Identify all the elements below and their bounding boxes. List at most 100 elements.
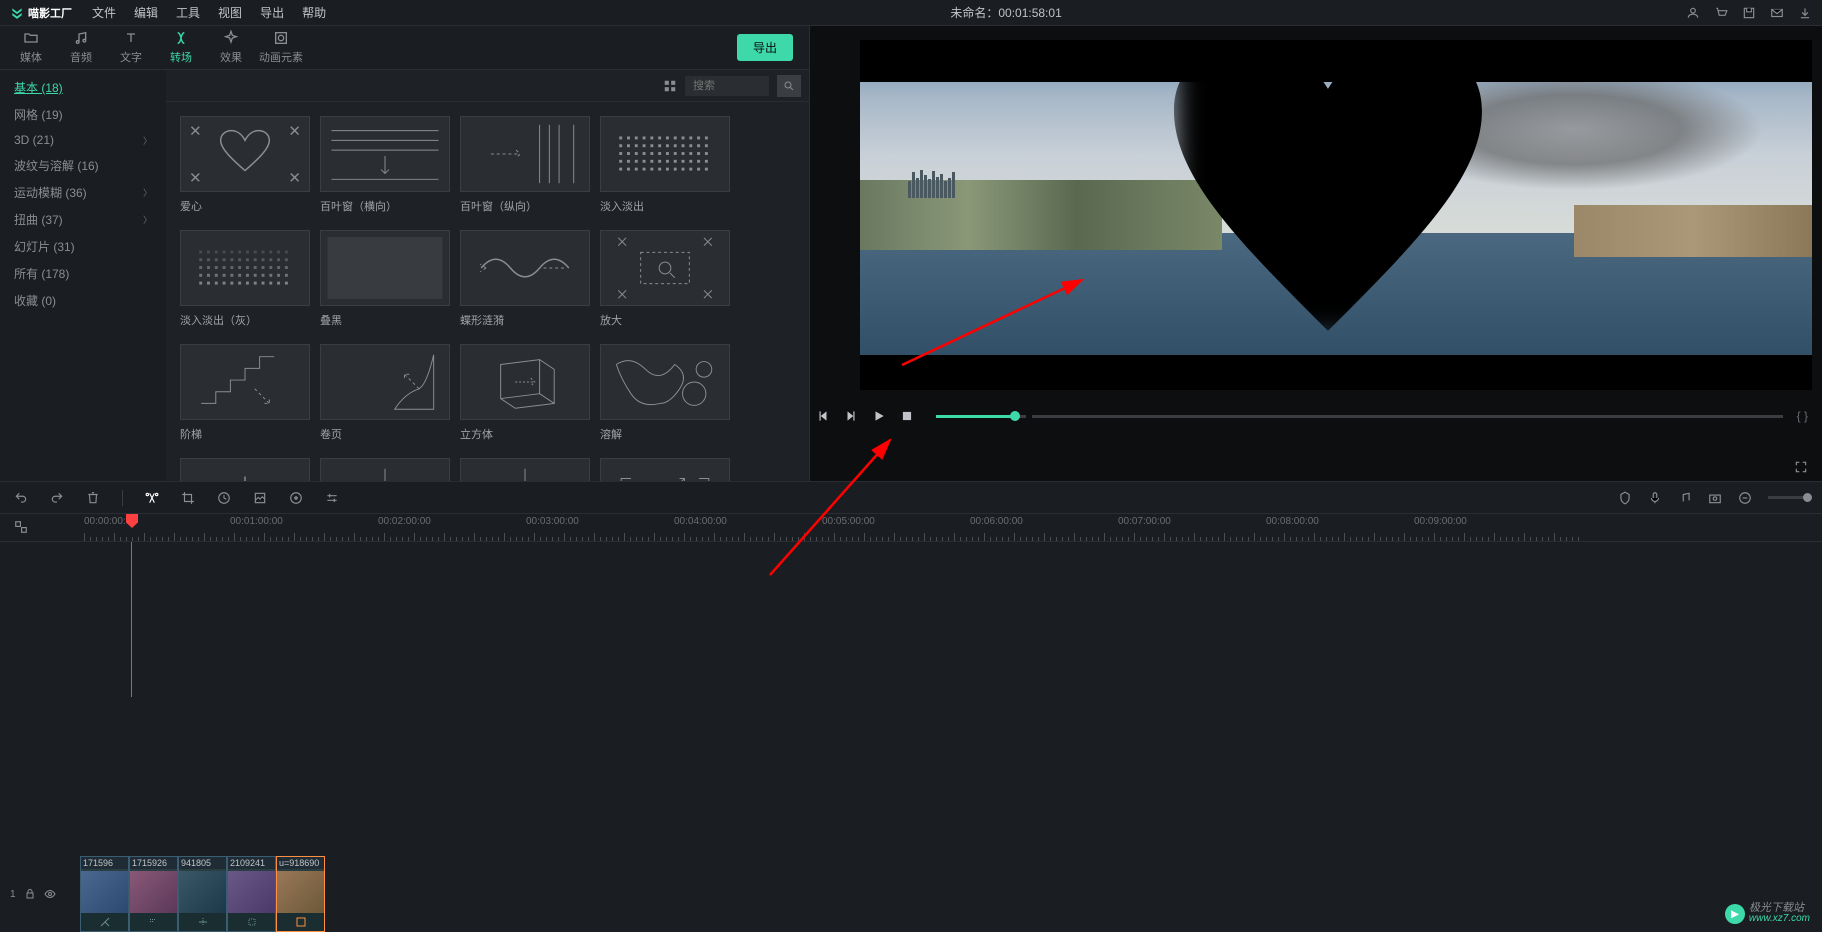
- transition-item[interactable]: 淡入淡出: [600, 116, 730, 214]
- ruler-settings-icon[interactable]: [14, 520, 28, 534]
- adjust-button[interactable]: [325, 491, 339, 505]
- eye-icon[interactable]: [44, 888, 56, 900]
- export-button[interactable]: 导出: [737, 34, 793, 61]
- transition-item[interactable]: 溶解: [600, 344, 730, 442]
- sidebar-item-basic[interactable]: 基本 (18): [0, 74, 166, 101]
- clip-area: 1 17159617159269418052109241u=918690: [0, 852, 1822, 932]
- transition-item[interactable]: [320, 458, 450, 481]
- progress-rest[interactable]: [1032, 415, 1783, 418]
- preview-video[interactable]: [860, 40, 1812, 390]
- mail-icon[interactable]: [1770, 6, 1784, 20]
- menu-tools[interactable]: 工具: [176, 4, 200, 21]
- tab-effect[interactable]: 效果: [206, 30, 256, 65]
- transition-item[interactable]: 放大: [600, 230, 730, 328]
- transition-item[interactable]: 百叶窗（纵向）: [460, 116, 590, 214]
- sidebar-item-distort[interactable]: 扭曲 (37)〉: [0, 206, 166, 233]
- menu-export[interactable]: 导出: [260, 4, 284, 21]
- transition-item[interactable]: 淡入淡出（灰）: [180, 230, 310, 328]
- transition-item[interactable]: [180, 458, 310, 481]
- transition-label: 溶解: [600, 426, 730, 442]
- transition-item[interactable]: [460, 458, 590, 481]
- delete-button[interactable]: [86, 491, 100, 505]
- timeline-clip[interactable]: 171596: [80, 856, 129, 932]
- transition-item[interactable]: 卷页: [320, 344, 450, 442]
- menu-help[interactable]: 帮助: [302, 4, 326, 21]
- menu-view[interactable]: 视图: [218, 4, 242, 21]
- snapshot-icon[interactable]: [1708, 491, 1722, 505]
- sidebar-item-fav[interactable]: 收藏 (0): [0, 287, 166, 314]
- speed-button[interactable]: [217, 491, 231, 505]
- transition-item[interactable]: 爱心: [180, 116, 310, 214]
- zoom-out-icon[interactable]: [1738, 491, 1752, 505]
- user-icon[interactable]: [1686, 6, 1700, 20]
- download-icon[interactable]: [1798, 6, 1812, 20]
- tab-text[interactable]: 文字: [106, 30, 156, 65]
- crop-button[interactable]: [181, 491, 195, 505]
- main-area: 媒体 音频 文字 转场 效果 动画元素 导出: [0, 26, 1822, 481]
- audio-icon[interactable]: [1678, 491, 1692, 505]
- transitions-content: 爱心百叶窗（横向） 百叶窗（纵向） 淡入淡出淡入淡出（灰）叠黑蝶形涟漪放大阶梯卷页立…: [166, 70, 809, 481]
- progress-handle[interactable]: [1010, 411, 1020, 421]
- next-frame-button[interactable]: [844, 409, 858, 423]
- chevron-right-icon: 〉: [143, 134, 152, 147]
- tab-audio[interactable]: 音频: [56, 30, 106, 65]
- menu-edit[interactable]: 编辑: [134, 4, 158, 21]
- track-header: 1: [0, 856, 80, 932]
- mic-icon[interactable]: [1648, 491, 1662, 505]
- clip-transition-icon: [277, 913, 324, 931]
- tab-elements[interactable]: 动画元素: [256, 30, 306, 65]
- clip-label: u=918690: [277, 857, 324, 869]
- transition-item[interactable]: 立方体: [460, 344, 590, 442]
- transition-item[interactable]: 叠黑: [320, 230, 450, 328]
- color-button[interactable]: [253, 491, 267, 505]
- titlebar: 喵影工厂 文件 编辑 工具 视图 导出 帮助 未命名：00:01:58:01: [0, 0, 1822, 26]
- timeline-clip[interactable]: 1715926: [129, 856, 178, 932]
- cart-icon[interactable]: [1714, 6, 1728, 20]
- sidebar-item-grid[interactable]: 网格 (19): [0, 101, 166, 128]
- sidebar-item-slide[interactable]: 幻灯片 (31): [0, 233, 166, 260]
- search-input[interactable]: [685, 76, 769, 96]
- sidebar-item-ripple[interactable]: 波纹与溶解 (16): [0, 152, 166, 179]
- progress-bar[interactable]: [936, 415, 1026, 418]
- transition-label: 百叶窗（纵向）: [460, 198, 590, 214]
- timeline-clip[interactable]: u=918690: [276, 856, 325, 932]
- sidebar-item-all[interactable]: 所有 (178): [0, 260, 166, 287]
- timeline-clip[interactable]: 941805: [178, 856, 227, 932]
- transition-item[interactable]: [600, 458, 730, 481]
- undo-button[interactable]: [14, 491, 28, 505]
- transition-thumb: [320, 344, 450, 420]
- fullscreen-icon[interactable]: [1794, 460, 1808, 474]
- tab-media[interactable]: 媒体: [6, 30, 56, 65]
- transition-item[interactable]: 阶梯: [180, 344, 310, 442]
- timeline-clip[interactable]: 2109241: [227, 856, 276, 932]
- transition-label: 淡入淡出: [600, 198, 730, 214]
- stop-button[interactable]: [900, 409, 914, 423]
- save-icon[interactable]: [1742, 6, 1756, 20]
- transition-thumb: [180, 230, 310, 306]
- sidebar-item-3d[interactable]: 3D (21)〉: [0, 128, 166, 152]
- lock-icon[interactable]: [24, 888, 36, 900]
- grid-view-icon[interactable]: [663, 79, 677, 93]
- transition-thumb: [320, 458, 450, 481]
- tick-label: 00:05:00:00: [822, 516, 875, 527]
- search-button[interactable]: [777, 75, 801, 97]
- preview-controls: { }: [810, 398, 1822, 434]
- menu-file[interactable]: 文件: [92, 4, 116, 21]
- zoom-slider[interactable]: [1768, 496, 1808, 499]
- zoom-handle[interactable]: [1803, 493, 1812, 502]
- sidebar-item-motion[interactable]: 运动模糊 (36)〉: [0, 179, 166, 206]
- play-button[interactable]: [872, 409, 886, 423]
- tab-transition[interactable]: 转场: [156, 30, 206, 65]
- content-toolbar: [166, 70, 809, 102]
- marker-icon[interactable]: [1618, 491, 1632, 505]
- timeline-ruler[interactable]: 00:00:00:00 00:01:00:0000:02:00:0000:03:…: [0, 514, 1822, 542]
- redo-button[interactable]: [50, 491, 64, 505]
- greenscreen-button[interactable]: [289, 491, 303, 505]
- transition-item[interactable]: 蝶形涟漪: [460, 230, 590, 328]
- transition-item[interactable]: 百叶窗（横向）: [320, 116, 450, 214]
- transition-icon: [173, 30, 189, 46]
- prev-frame-button[interactable]: [816, 409, 830, 423]
- timeline-toolbar-right: [1618, 491, 1808, 505]
- split-button[interactable]: [145, 491, 159, 505]
- transition-thumb: [600, 230, 730, 306]
